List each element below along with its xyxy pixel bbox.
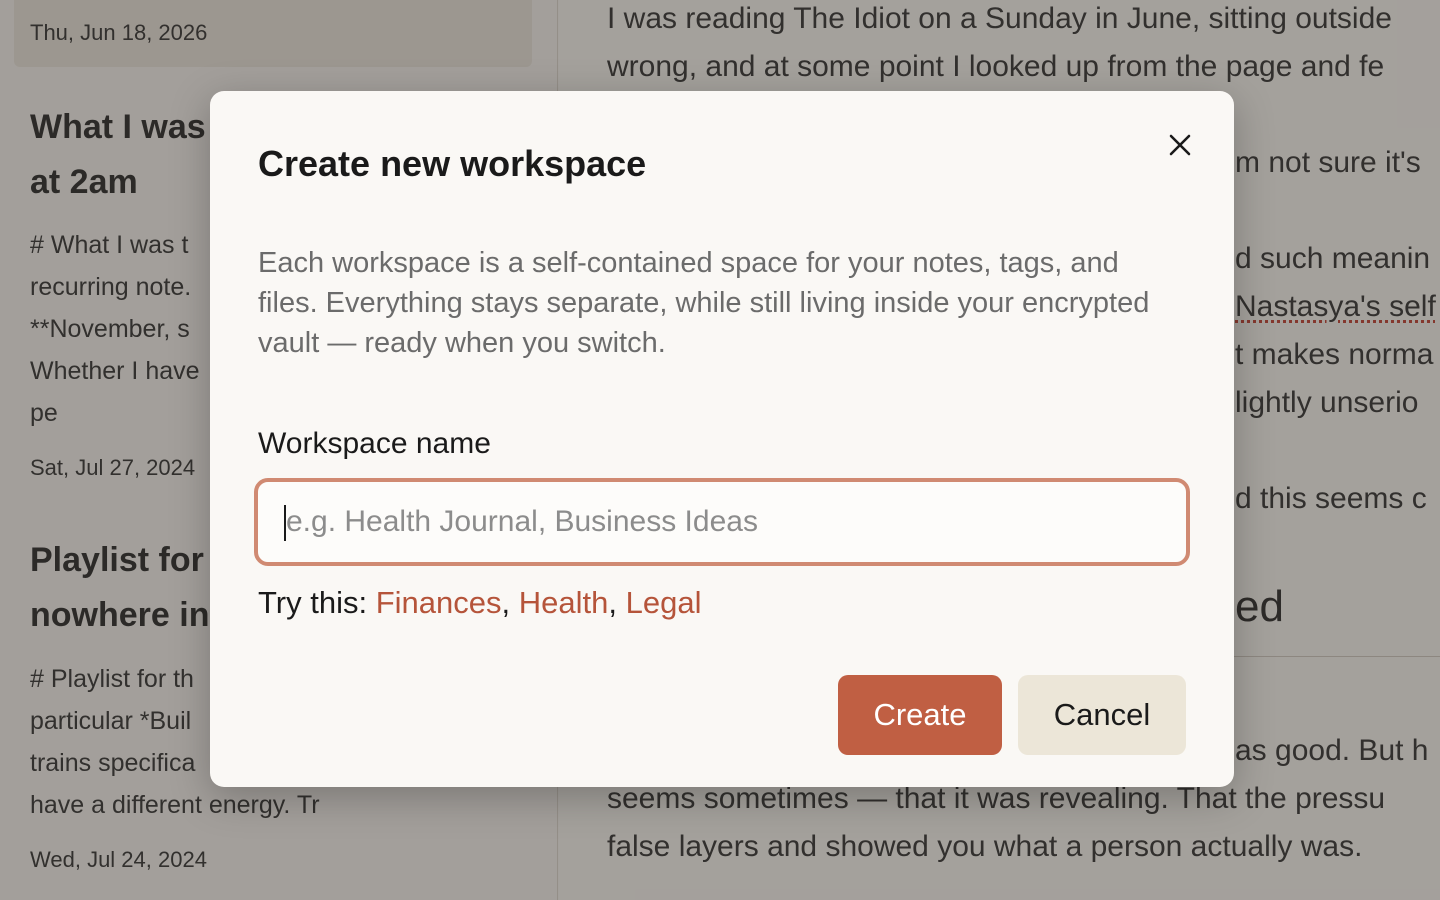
suggestion-health[interactable]: Health: [519, 585, 609, 620]
create-workspace-dialog: Create new workspace Each workspace is a…: [210, 91, 1234, 787]
workspace-name-input[interactable]: [254, 478, 1190, 566]
create-button[interactable]: Create: [838, 675, 1002, 755]
suggestion-finances[interactable]: Finances: [376, 585, 502, 620]
suggestion-separator: ,: [608, 585, 617, 620]
workspace-suggestions: Try this: Finances, Health, Legal: [258, 585, 701, 621]
dialog-description: Each workspace is a self-contained space…: [258, 247, 1150, 359]
app-window: Thu, Jun 18, 2026 What I was at 2am # Wh…: [0, 0, 1440, 900]
close-icon: [1169, 134, 1191, 156]
suggestion-legal[interactable]: Legal: [626, 585, 702, 620]
cancel-button[interactable]: Cancel: [1018, 675, 1186, 755]
suggestions-prefix: Try this:: [258, 585, 376, 620]
suggestion-separator: ,: [501, 585, 511, 620]
workspace-name-label: Workspace name: [258, 427, 491, 460]
dialog-title: Create new workspace: [258, 143, 647, 184]
text-caret: [284, 505, 286, 541]
close-button[interactable]: [1162, 127, 1198, 163]
